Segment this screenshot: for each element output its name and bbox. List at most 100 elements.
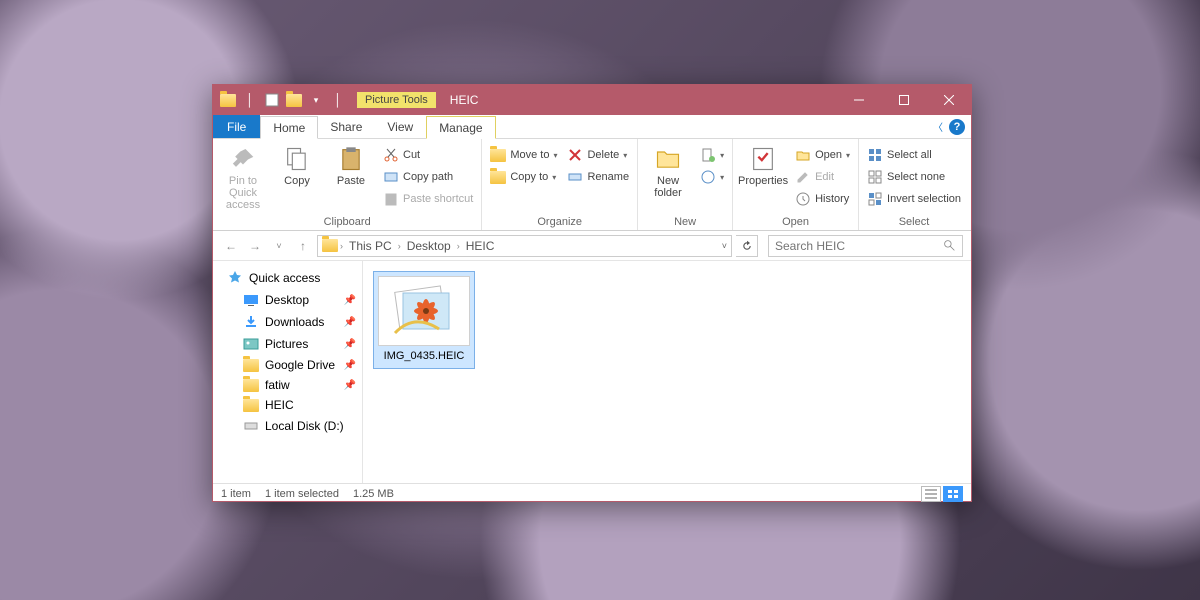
scissors-icon xyxy=(383,147,399,163)
group-new-label: New xyxy=(644,214,726,230)
tab-share[interactable]: Share xyxy=(318,115,375,138)
search-input[interactable] xyxy=(775,239,943,253)
tab-home[interactable]: Home xyxy=(260,116,318,139)
forward-button[interactable]: → xyxy=(245,236,265,256)
paste-shortcut-button[interactable]: Paste shortcut xyxy=(381,189,475,209)
file-item[interactable]: IMG_0435.HEIC xyxy=(373,271,475,369)
details-view-button[interactable] xyxy=(921,486,941,502)
back-button[interactable]: ← xyxy=(221,236,241,256)
collapse-ribbon-icon[interactable]: 〈 xyxy=(933,119,943,134)
edit-label: Edit xyxy=(815,171,834,183)
crumb-heic[interactable]: HEIC xyxy=(462,239,499,253)
properties-button[interactable]: Properties xyxy=(739,141,787,187)
group-select-label: Select xyxy=(865,214,963,230)
chevron-right-icon[interactable]: › xyxy=(398,241,401,251)
copy-path-icon xyxy=(383,169,399,185)
new-folder-qat-icon[interactable] xyxy=(285,91,303,109)
new-item-button[interactable]: ▾ xyxy=(698,145,726,165)
chevron-right-icon[interactable]: › xyxy=(340,241,343,251)
rename-icon xyxy=(567,169,583,185)
copy-path-button[interactable]: Copy path xyxy=(381,167,475,187)
qat-separator: │ xyxy=(241,91,259,109)
paste-button[interactable]: Paste xyxy=(327,141,375,187)
navigation-pane[interactable]: Quick access Desktop📌 Downloads📌 Picture… xyxy=(213,261,363,483)
address-dropdown-icon[interactable]: ˅ xyxy=(722,241,727,251)
new-folder-button[interactable]: New folder xyxy=(644,141,692,199)
paste-shortcut-label: Paste shortcut xyxy=(403,193,473,205)
folder-icon xyxy=(243,399,259,412)
nav-heic-label: HEIC xyxy=(265,398,294,412)
group-open-label: Open xyxy=(739,214,852,230)
crumb-this-pc[interactable]: This PC xyxy=(345,239,396,253)
qat-customize-icon[interactable]: ▾ xyxy=(307,91,325,109)
recent-locations-button[interactable]: ˅ xyxy=(269,236,289,256)
pin-label: Pin to Quick access xyxy=(219,175,267,211)
minimize-button[interactable] xyxy=(836,85,881,115)
copy-to-button[interactable]: Copy to▾ xyxy=(488,167,559,187)
copy-to-label: Copy to xyxy=(510,171,548,183)
pin-icon xyxy=(229,145,257,173)
up-button[interactable]: ↑ xyxy=(293,236,313,256)
file-view[interactable]: IMG_0435.HEIC xyxy=(363,261,971,483)
nav-quick-access[interactable]: Quick access xyxy=(213,267,362,289)
content-area: Quick access Desktop📌 Downloads📌 Picture… xyxy=(213,261,971,483)
nav-google-drive[interactable]: Google Drive📌 xyxy=(213,355,362,375)
nav-heic[interactable]: HEIC xyxy=(213,395,362,415)
nav-local-disk-label: Local Disk (D:) xyxy=(265,419,344,433)
rename-button[interactable]: Rename xyxy=(565,167,631,187)
easy-access-icon xyxy=(700,169,716,185)
group-new: New folder ▾ ▾ New xyxy=(638,139,733,230)
copy-to-icon xyxy=(490,171,506,184)
move-to-icon xyxy=(490,149,506,162)
nav-downloads[interactable]: Downloads📌 xyxy=(213,311,362,333)
explorer-window: │ ▾ │ Picture Tools HEIC File Home Share… xyxy=(212,84,972,502)
move-to-button[interactable]: Move to▾ xyxy=(488,145,559,165)
folder-icon xyxy=(243,379,259,392)
pin-to-quick-access-button[interactable]: Pin to Quick access xyxy=(219,141,267,211)
search-box[interactable] xyxy=(768,235,963,257)
chevron-right-icon[interactable]: › xyxy=(457,241,460,251)
group-organize: Move to▾ Copy to▾ Delete▾ Rename Organiz… xyxy=(482,139,638,230)
nav-local-disk[interactable]: Local Disk (D:) xyxy=(213,415,362,437)
icons-view-button[interactable] xyxy=(943,486,963,502)
select-none-button[interactable]: Select none xyxy=(865,167,963,187)
help-icon[interactable]: ? xyxy=(949,119,965,135)
ribbon: Pin to Quick access Copy Paste Cut Copy … xyxy=(213,139,971,231)
status-size: 1.25 MB xyxy=(353,488,394,500)
status-bar: 1 item 1 item selected 1.25 MB xyxy=(213,483,971,503)
refresh-button[interactable] xyxy=(736,235,758,257)
cut-button[interactable]: Cut xyxy=(381,145,475,165)
crumb-desktop[interactable]: Desktop xyxy=(403,239,455,253)
nav-fatiw[interactable]: fatiw📌 xyxy=(213,375,362,395)
search-icon xyxy=(943,239,956,252)
file-thumbnail xyxy=(378,276,470,346)
tab-view[interactable]: View xyxy=(375,115,426,138)
nav-fatiw-label: fatiw xyxy=(265,378,290,392)
tab-file[interactable]: File xyxy=(213,115,260,138)
delete-button[interactable]: Delete▾ xyxy=(565,145,631,165)
select-all-button[interactable]: Select all xyxy=(865,145,963,165)
maximize-button[interactable] xyxy=(881,85,926,115)
breadcrumb[interactable]: › This PC › Desktop › HEIC ˅ xyxy=(317,235,732,257)
paste-label: Paste xyxy=(337,175,365,187)
contextual-tab-label: Picture Tools xyxy=(357,92,436,108)
open-button[interactable]: Open▾ xyxy=(793,145,852,165)
history-button[interactable]: History xyxy=(793,189,852,209)
nav-pictures[interactable]: Pictures📌 xyxy=(213,333,362,355)
downloads-icon xyxy=(243,314,259,330)
copy-icon xyxy=(283,145,311,173)
edit-button[interactable]: Edit xyxy=(793,167,852,187)
pin-icon: 📌 xyxy=(344,317,356,328)
nav-desktop[interactable]: Desktop📌 xyxy=(213,289,362,311)
cut-label: Cut xyxy=(403,149,420,161)
properties-icon xyxy=(749,145,777,173)
properties-qat-icon[interactable] xyxy=(263,91,281,109)
easy-access-button[interactable]: ▾ xyxy=(698,167,726,187)
pictures-icon xyxy=(243,336,259,352)
tab-manage[interactable]: Manage xyxy=(426,116,495,139)
invert-selection-button[interactable]: Invert selection xyxy=(865,189,963,209)
group-organize-label: Organize xyxy=(488,214,631,230)
copy-button[interactable]: Copy xyxy=(273,141,321,187)
open-label: Open xyxy=(815,149,842,161)
close-button[interactable] xyxy=(926,85,971,115)
